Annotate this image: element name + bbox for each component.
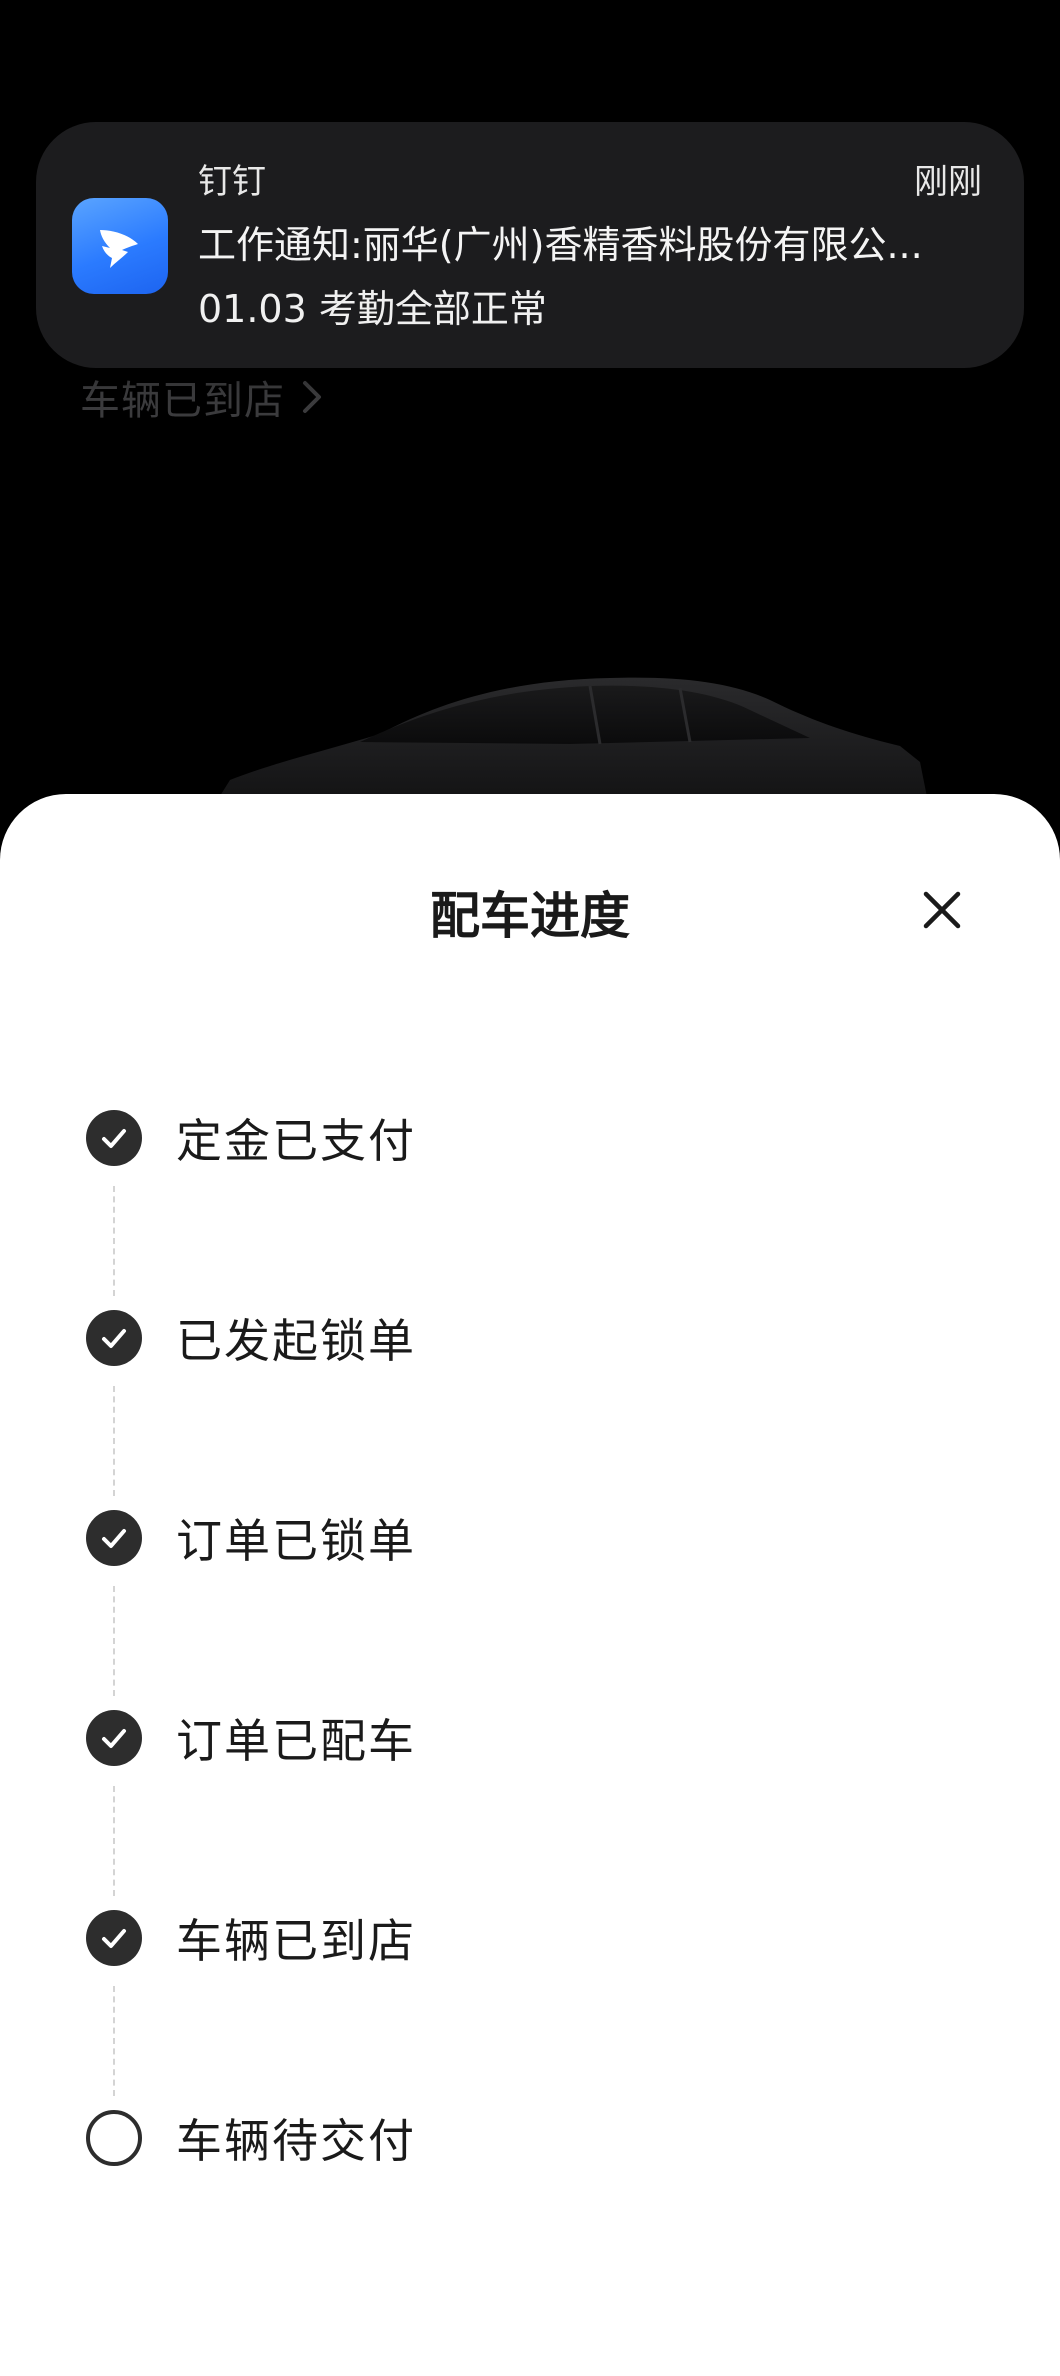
close-button[interactable] (912, 880, 972, 940)
notification-title: 工作通知:丽华(广州)香精香料股份有限公... (198, 223, 923, 267)
step-label: 车辆已到店 (176, 1914, 416, 1968)
step-lock-initiated: 已发起锁单 (86, 1310, 416, 1368)
chevron-right-icon (303, 381, 321, 413)
step-connector (113, 1786, 115, 1896)
notification-banner[interactable]: 钉钉 刚刚 工作通知:丽华(广州)香精香料股份有限公... 01.03 考勤全部… (36, 122, 1024, 368)
step-order-locked: 订单已锁单 (86, 1510, 416, 1568)
step-label: 定金已支付 (176, 1114, 416, 1168)
step-vehicle-arrived: 车辆已到店 (86, 1910, 416, 1968)
car-image (210, 677, 930, 812)
step-connector (113, 1186, 115, 1296)
step-connector (113, 1386, 115, 1496)
step-label: 已发起锁单 (176, 1314, 416, 1368)
step-connector (113, 1986, 115, 2096)
step-label: 订单已配车 (176, 1714, 416, 1768)
check-circle-icon (86, 1310, 142, 1366)
notification-time: 刚刚 (914, 162, 982, 202)
step-label: 车辆待交付 (176, 2114, 416, 2168)
vehicle-status-label: 车辆已到店 (80, 378, 285, 424)
empty-circle-icon (86, 2110, 142, 2166)
check-circle-icon (86, 1910, 142, 1966)
step-deposit-paid: 定金已支付 (86, 1110, 416, 1168)
check-circle-icon (86, 1710, 142, 1766)
step-connector (113, 1586, 115, 1696)
close-icon (923, 891, 961, 929)
step-label: 订单已锁单 (176, 1514, 416, 1568)
sheet-title: 配车进度 (430, 887, 630, 945)
check-circle-icon (86, 1110, 142, 1166)
step-pending-delivery: 车辆待交付 (86, 2110, 416, 2168)
background-area: 车辆已到店 (0, 0, 1060, 812)
progress-sheet: 配车进度 定金已支付 已发起锁单 订单已锁单 订单已配车 车辆已到店 车辆待交付 (0, 794, 1060, 2376)
notification-app-name: 钉钉 (198, 162, 266, 202)
check-circle-icon (86, 1510, 142, 1566)
notification-body: 01.03 考勤全部正常 (198, 287, 547, 331)
dingtalk-icon (72, 198, 168, 294)
step-vehicle-assigned: 订单已配车 (86, 1710, 416, 1768)
vehicle-status-link[interactable]: 车辆已到店 (80, 368, 327, 426)
